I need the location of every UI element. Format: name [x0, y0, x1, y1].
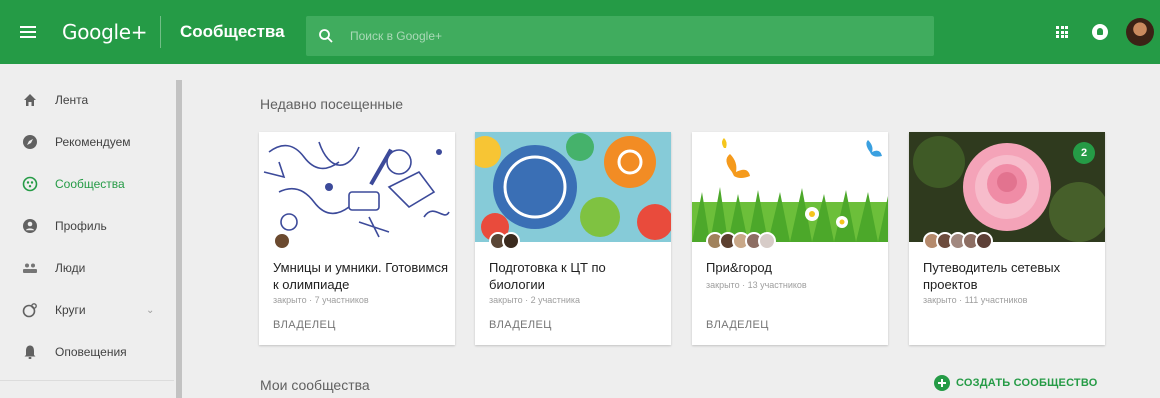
profile-icon — [23, 219, 37, 233]
sidebar-item-profile[interactable]: Профиль — [0, 206, 174, 246]
create-community-button[interactable]: СОЗДАТЬ СООБЩЕСТВО — [934, 374, 1097, 392]
community-role: ВЛАДЕЛЕЦ — [489, 319, 552, 331]
card-cover-image — [692, 132, 888, 242]
people-icon — [23, 263, 37, 273]
member-avatars — [923, 232, 993, 252]
community-card[interactable]: Подготовка к ЦТ по биологии закрыто · 2 … — [475, 132, 671, 345]
community-title: Путеводитель сетевых проектов — [923, 260, 1061, 292]
community-meta: закрыто · 7 участников — [273, 295, 369, 305]
community-meta: закрыто · 111 участников — [923, 295, 1028, 305]
sidebar-item-notifications[interactable]: Оповещения — [0, 332, 174, 372]
community-card[interactable]: Умницы и умники. Готовимся к олимпиаде з… — [259, 132, 455, 345]
circles-icon — [22, 303, 37, 318]
community-title: При&город — [706, 260, 772, 275]
sidebar-item-communities[interactable]: Сообщества — [0, 164, 174, 204]
sidebar-item-recommended[interactable]: Рекомендуем — [0, 122, 174, 162]
sidebar-item-label: Рекомендуем — [55, 135, 131, 149]
sidebar-item-label: Люди — [55, 261, 86, 275]
sidebar-item-feed[interactable]: Лента — [0, 80, 174, 120]
home-icon — [24, 94, 36, 106]
sidebar-item-label: Оповещения — [55, 345, 127, 359]
compass-icon — [23, 135, 37, 149]
notifications-icon[interactable] — [1092, 24, 1108, 40]
add-circle-icon — [934, 375, 950, 391]
scrollbar[interactable] — [176, 80, 182, 398]
bell-icon — [24, 345, 36, 359]
recently-visited-heading: Недавно посещенные — [260, 96, 404, 112]
unread-count-badge: 2 — [1073, 142, 1095, 164]
search-input[interactable] — [350, 24, 910, 48]
sidebar-item-label: Профиль — [55, 219, 107, 233]
member-avatars — [273, 232, 291, 252]
community-card[interactable]: 2 Путеводитель сетевых проектов закрыто … — [909, 132, 1105, 345]
member-avatars — [489, 232, 520, 252]
community-meta: закрыто · 13 участников — [706, 280, 807, 290]
sidebar: Лента Рекомендуем Сообщества Профиль Люд… — [0, 64, 174, 398]
create-community-label: СОЗДАТЬ СООБЩЕСТВО — [956, 377, 1098, 389]
community-role: ВЛАДЕЛЕЦ — [706, 319, 769, 331]
page-title: Сообщества — [180, 22, 285, 41]
header-divider — [160, 16, 161, 48]
search-bar[interactable] — [306, 16, 934, 56]
sidebar-item-people[interactable]: Люди — [0, 248, 174, 288]
community-card[interactable]: При&город закрыто · 13 участников ВЛАДЕЛ… — [692, 132, 888, 345]
card-cover-image — [475, 132, 671, 242]
menu-icon[interactable] — [20, 26, 36, 38]
brand-logo[interactable]: Google+ — [62, 20, 147, 44]
sidebar-item-label: Лента — [55, 93, 89, 107]
communities-icon — [22, 176, 38, 192]
card-cover-image — [259, 132, 455, 242]
sidebar-item-circles[interactable]: Круги ⌄ — [0, 290, 174, 330]
community-role: ВЛАДЕЛЕЦ — [273, 319, 336, 331]
top-bar: Google+ Сообщества — [0, 0, 1160, 64]
account-avatar[interactable] — [1126, 18, 1154, 46]
member-avatars — [706, 232, 776, 252]
community-meta: закрыто · 2 участника — [489, 295, 581, 305]
sidebar-divider — [0, 380, 174, 381]
my-communities-heading: Мои сообщества — [260, 377, 370, 393]
chevron-down-icon[interactable]: ⌄ — [146, 305, 154, 316]
community-title: Подготовка к ЦТ по биологии — [489, 260, 606, 292]
apps-grid-icon[interactable] — [1056, 26, 1068, 38]
community-title: Умницы и умники. Готовимся к олимпиаде — [273, 260, 449, 292]
search-icon — [319, 29, 333, 43]
sidebar-item-label: Сообщества — [55, 177, 125, 191]
sidebar-item-label: Круги — [55, 303, 86, 317]
